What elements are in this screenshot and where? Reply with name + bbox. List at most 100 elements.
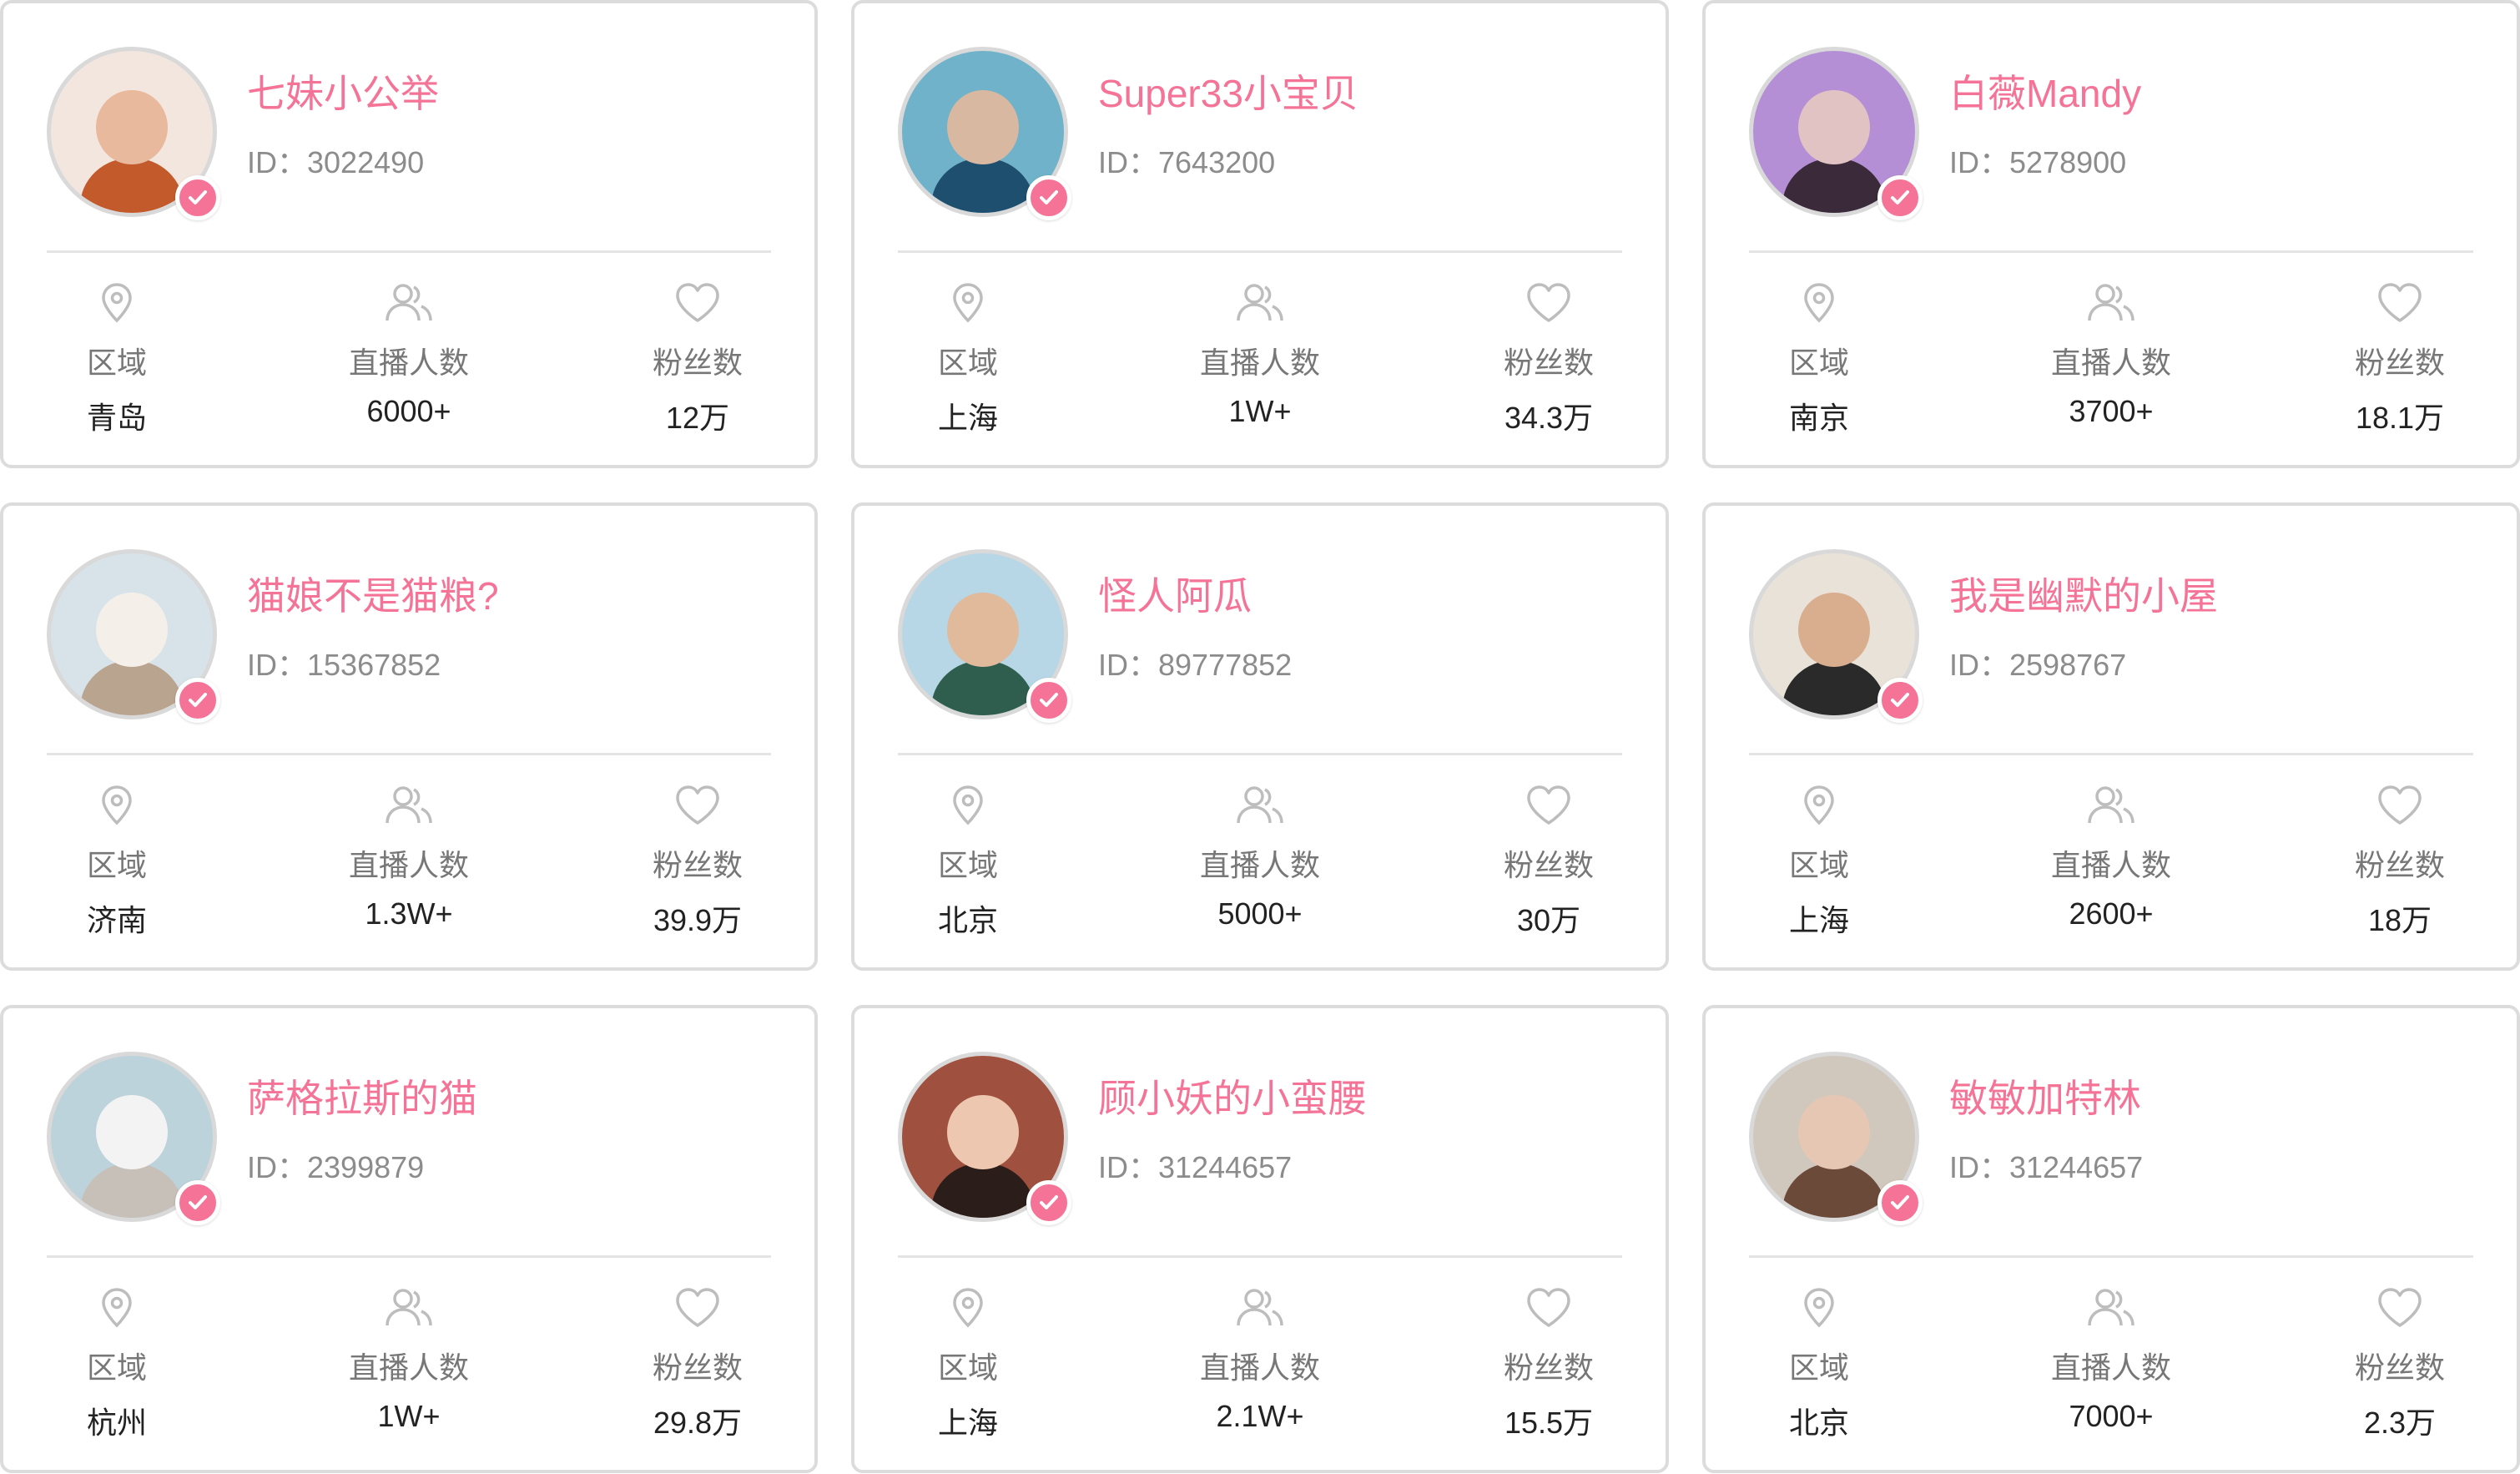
divider <box>1749 250 2473 253</box>
stat-fans: 粉丝数 39.9万 <box>589 781 806 940</box>
stat-value: 2600+ <box>2069 896 2154 931</box>
streamer-name[interactable]: 白薇Mandy <box>1949 63 2141 119</box>
divider <box>47 1255 771 1258</box>
avatar-container[interactable] <box>1749 47 1923 220</box>
streamer-card[interactable]: 萨格拉斯的猫 ID：2399879 区域 杭州 直播人数 1W+ 粉丝数 29.… <box>0 1005 818 1473</box>
stat-value: 39.9万 <box>653 903 743 937</box>
avatar-container[interactable] <box>47 47 220 220</box>
streamer-card[interactable]: 猫娘不是猫粮? ID：15367852 区域 济南 直播人数 1.3W+ 粉丝数… <box>0 502 818 971</box>
stat-fans: 粉丝数 34.3万 <box>1440 279 1657 437</box>
id-prefix: ID： <box>1949 1150 2010 1184</box>
stat-value: 1W+ <box>1228 394 1292 428</box>
stat-label: 区域 <box>86 1350 147 1385</box>
stat-value: 15.5万 <box>1504 1406 1594 1440</box>
streamer-card[interactable]: 怪人阿瓜 ID：89777852 区域 北京 直播人数 5000+ 粉丝数 30… <box>851 502 1669 971</box>
stat-label: 粉丝数 <box>1503 346 1594 380</box>
stat-label: 直播人数 <box>348 346 469 380</box>
streamer-name[interactable]: Super33小宝贝 <box>1098 63 1358 119</box>
location-pin-icon <box>1711 781 1928 830</box>
divider <box>1749 1255 2473 1258</box>
avatar-container[interactable] <box>1749 549 1923 723</box>
stat-fans: 粉丝数 18万 <box>2291 781 2508 940</box>
heart-icon <box>589 279 806 327</box>
streamer-name[interactable]: 怪人阿瓜 <box>1098 566 1252 621</box>
stat-region: 区域 济南 <box>8 781 225 940</box>
heart-icon <box>1440 279 1657 327</box>
id-value: 5278900 <box>2009 145 2127 179</box>
id-prefix: ID： <box>247 1150 308 1184</box>
streamer-card[interactable]: 白薇Mandy ID：5278900 区域 南京 直播人数 3700+ 粉丝数 … <box>1702 0 2520 468</box>
stat-region: 区域 上海 <box>859 1284 1076 1442</box>
avatar-container[interactable] <box>47 549 220 723</box>
stat-label: 直播人数 <box>1199 848 1320 882</box>
heart-icon <box>2291 279 2508 327</box>
stat-region: 区域 北京 <box>1711 1284 1928 1442</box>
stat-value: 上海 <box>937 401 998 435</box>
stat-label: 直播人数 <box>1199 1350 1320 1385</box>
stat-value: 上海 <box>1788 903 1849 937</box>
users-icon <box>1152 279 1368 327</box>
streamer-id: ID：3022490 <box>247 139 424 182</box>
stat-fans: 粉丝数 15.5万 <box>1440 1284 1657 1442</box>
stat-value: 29.8万 <box>653 1406 743 1440</box>
stat-live-count: 直播人数 6000+ <box>300 279 517 429</box>
streamer-id: ID：89777852 <box>1098 641 1292 684</box>
stat-value: 3700+ <box>2069 394 2154 428</box>
streamer-card[interactable]: Super33小宝贝 ID：7643200 区域 上海 直播人数 1W+ 粉丝数… <box>851 0 1669 468</box>
stat-label: 直播人数 <box>1199 346 1320 380</box>
streamer-card[interactable]: 顾小妖的小蛮腰 ID：31244657 区域 上海 直播人数 2.1W+ 粉丝数… <box>851 1005 1669 1473</box>
users-icon <box>2003 279 2220 327</box>
stat-value: 18万 <box>2367 903 2432 937</box>
location-pin-icon <box>1711 1284 1928 1332</box>
stat-label: 粉丝数 <box>2354 346 2445 380</box>
avatar-container[interactable] <box>898 549 1071 723</box>
streamer-name[interactable]: 敏敏加特林 <box>1949 1068 2141 1123</box>
streamer-card[interactable]: 我是幽默的小屋 ID：2598767 区域 上海 直播人数 2600+ 粉丝数 … <box>1702 502 2520 971</box>
stat-value: 12万 <box>665 401 730 435</box>
id-value: 31244657 <box>2009 1150 2144 1184</box>
streamer-name[interactable]: 萨格拉斯的猫 <box>247 1068 477 1123</box>
streamer-card[interactable]: 敏敏加特林 ID：31244657 区域 北京 直播人数 7000+ 粉丝数 2… <box>1702 1005 2520 1473</box>
streamer-card[interactable]: 七妹小公举 ID：3022490 区域 青岛 直播人数 6000+ 粉丝数 12… <box>0 0 818 468</box>
avatar-container[interactable] <box>1749 1052 1923 1225</box>
streamer-name[interactable]: 猫娘不是猫粮? <box>247 566 499 621</box>
stat-region: 区域 南京 <box>1711 279 1928 437</box>
stat-label: 粉丝数 <box>2354 1350 2445 1385</box>
streamer-id: ID：31244657 <box>1098 1143 1292 1187</box>
verified-check-icon <box>1026 1180 1071 1225</box>
stat-region: 区域 上海 <box>859 279 1076 437</box>
streamer-name[interactable]: 顾小妖的小蛮腰 <box>1098 1068 1367 1123</box>
stat-label: 直播人数 <box>348 1350 469 1385</box>
avatar-container[interactable] <box>47 1052 220 1225</box>
stat-fans: 粉丝数 30万 <box>1440 781 1657 940</box>
stat-value: 青岛 <box>86 401 147 435</box>
heart-icon <box>2291 781 2508 830</box>
stat-fans: 粉丝数 29.8万 <box>589 1284 806 1442</box>
stat-value: 济南 <box>86 903 147 937</box>
avatar-container[interactable] <box>898 47 1071 220</box>
stat-label: 区域 <box>86 848 147 882</box>
verified-check-icon <box>1026 175 1071 220</box>
divider <box>898 1255 1622 1258</box>
avatar-container[interactable] <box>898 1052 1071 1225</box>
divider <box>47 753 771 755</box>
location-pin-icon <box>8 1284 225 1332</box>
users-icon <box>1152 781 1368 830</box>
stat-label: 区域 <box>1788 848 1849 882</box>
location-pin-icon <box>859 1284 1076 1332</box>
heart-icon <box>1440 781 1657 830</box>
streamer-name[interactable]: 七妹小公举 <box>247 63 439 119</box>
stat-live-count: 直播人数 2.1W+ <box>1152 1284 1368 1434</box>
stat-label: 区域 <box>937 1350 998 1385</box>
stat-value: 1.3W+ <box>365 896 453 931</box>
streamer-id: ID：31244657 <box>1949 1143 2143 1187</box>
id-prefix: ID： <box>1949 648 2010 682</box>
id-value: 2598767 <box>2009 648 2127 682</box>
stat-region: 区域 上海 <box>1711 781 1928 940</box>
stat-label: 直播人数 <box>348 848 469 882</box>
streamer-id: ID：2598767 <box>1949 641 2126 684</box>
users-icon <box>2003 781 2220 830</box>
streamer-name[interactable]: 我是幽默的小屋 <box>1949 566 2218 621</box>
stat-label: 粉丝数 <box>1503 1350 1594 1385</box>
stat-live-count: 直播人数 3700+ <box>2003 279 2220 429</box>
